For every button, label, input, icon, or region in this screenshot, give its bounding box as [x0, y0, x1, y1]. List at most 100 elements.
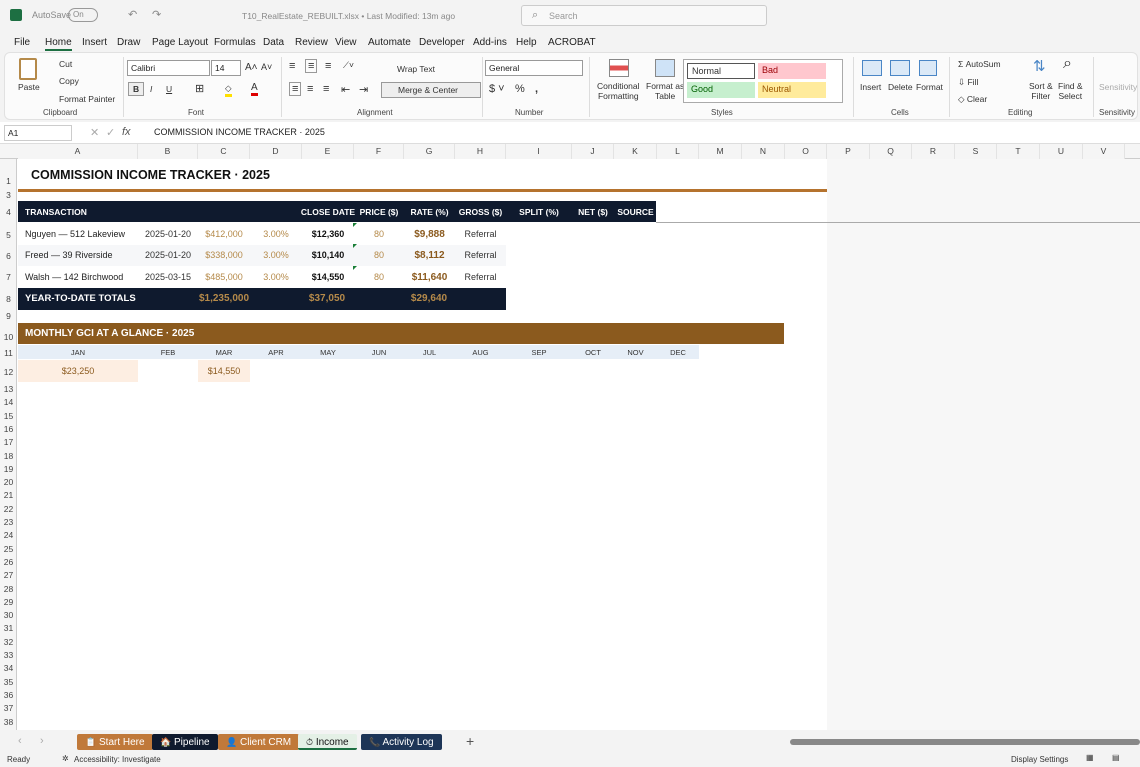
page-layout-icon[interactable]: ▤	[1112, 753, 1120, 762]
sheet-tab-activity-log[interactable]: 📞 Activity Log	[361, 734, 442, 750]
increase-font-icon[interactable]: A˄	[245, 62, 258, 73]
column-header[interactable]: D	[250, 144, 302, 159]
merge-center-button[interactable]: Merge & Center	[381, 82, 481, 98]
menu-developer[interactable]: Developer	[419, 37, 465, 48]
clear-button[interactable]: ◇ Clear	[958, 94, 987, 105]
fill-color-icon[interactable]: ◇	[225, 83, 232, 97]
horizontal-scrollbar[interactable]	[790, 739, 1140, 745]
delete-button[interactable]: Delete	[888, 82, 913, 92]
align-middle-icon[interactable]: ≡	[305, 59, 318, 73]
style-normal[interactable]: Normal	[687, 63, 755, 79]
copy-button[interactable]: Copy	[59, 76, 79, 86]
column-header[interactable]: J	[572, 144, 614, 159]
row-header[interactable]: 24	[0, 530, 17, 540]
underline-button[interactable]: U	[166, 84, 172, 94]
autosave-toggle[interactable]: On	[68, 8, 98, 22]
align-bottom-icon[interactable]: ≡	[325, 60, 331, 72]
row-header[interactable]: 5	[0, 230, 17, 240]
menu-home[interactable]: Home	[45, 37, 72, 51]
file-name[interactable]: T10_RealEstate_REBUILT.xlsx • Last Modif…	[242, 11, 455, 21]
row-header[interactable]: 19	[0, 464, 17, 474]
column-header[interactable]: P	[827, 144, 870, 159]
menu-formulas[interactable]: Formulas	[214, 37, 256, 48]
menu-data[interactable]: Data	[263, 37, 284, 48]
column-header[interactable]: I	[506, 144, 572, 159]
italic-button[interactable]: I	[150, 84, 152, 94]
fill-button[interactable]: ⇩ Fill	[958, 77, 978, 88]
align-center-icon[interactable]: ≡	[307, 83, 313, 95]
font-name-select[interactable]: Calibri	[127, 60, 210, 76]
paste-button[interactable]: Paste	[18, 82, 40, 92]
column-header[interactable]: S	[955, 144, 997, 159]
insert-button[interactable]: Insert	[860, 82, 881, 92]
wrap-text-button[interactable]: Wrap Text	[397, 64, 435, 74]
row-header[interactable]: 10	[0, 332, 17, 342]
search-input[interactable]: ⌕ Search	[521, 5, 767, 26]
row-header[interactable]: 9	[0, 311, 17, 321]
row-header[interactable]: 32	[0, 637, 17, 647]
row-header[interactable]: 4	[0, 207, 17, 217]
menu-acrobat[interactable]: ACROBAT	[548, 37, 596, 48]
enter-icon[interactable]: ✓	[106, 126, 115, 139]
column-header[interactable]: C	[198, 144, 250, 159]
decrease-indent-icon[interactable]: ⇤	[341, 83, 350, 96]
column-header[interactable]: A	[18, 144, 138, 159]
autosum-button[interactable]: Σ AutoSum	[958, 59, 1001, 69]
display-settings-button[interactable]: Display Settings	[1011, 755, 1068, 764]
sheet-tab-income[interactable]: ⏱ Income	[298, 734, 357, 750]
column-header[interactable]: B	[138, 144, 198, 159]
row-header[interactable]: 27	[0, 570, 17, 580]
row-header[interactable]: 6	[0, 251, 17, 261]
menu-view[interactable]: View	[335, 37, 357, 48]
row-header[interactable]: 22	[0, 504, 17, 514]
undo-icon[interactable]: ↶	[128, 8, 137, 21]
column-header[interactable]: T	[997, 144, 1040, 159]
row-header[interactable]: 29	[0, 597, 17, 607]
next-sheet-icon[interactable]: ›	[40, 735, 44, 747]
column-header[interactable]: F	[354, 144, 404, 159]
row-header[interactable]: 33	[0, 650, 17, 660]
menu-page-layout[interactable]: Page Layout	[152, 37, 208, 48]
row-header[interactable]: 11	[0, 348, 17, 358]
menu-file[interactable]: File	[14, 37, 30, 48]
conditional-formatting-button[interactable]: Conditional Formatting	[597, 81, 640, 101]
row-header[interactable]: 8	[0, 294, 17, 304]
orientation-icon[interactable]: ⟋˅	[343, 60, 354, 71]
column-header[interactable]: E	[302, 144, 354, 159]
row-header[interactable]: 18	[0, 451, 17, 461]
sensitivity-button[interactable]: Sensitivity	[1099, 82, 1137, 92]
sheet-tab-pipeline[interactable]: 🏠 Pipeline	[152, 734, 218, 750]
row-header[interactable]: 31	[0, 623, 17, 633]
menu-review[interactable]: Review	[295, 37, 328, 48]
align-left-icon[interactable]: ≡	[289, 82, 302, 96]
column-header[interactable]: V	[1083, 144, 1125, 159]
format-painter-button[interactable]: Format Painter	[59, 94, 115, 104]
sheet-tab-client-crm[interactable]: 👤 Client CRM	[218, 734, 300, 750]
column-header[interactable]: O	[785, 144, 827, 159]
column-header[interactable]: H	[455, 144, 506, 159]
column-header[interactable]: R	[912, 144, 955, 159]
format-as-table-button[interactable]: Format as Table	[646, 81, 684, 101]
row-header[interactable]: 15	[0, 411, 17, 421]
menu-add-ins[interactable]: Add-ins	[473, 37, 507, 48]
row-header[interactable]: 16	[0, 424, 17, 434]
worksheet-grid[interactable]: ABCDEFGHIJKLMNOPQRSTUV 1 3 4 5 6 7 8 9 10 11 12 13 1…	[0, 144, 1140, 730]
menu-automate[interactable]: Automate	[368, 37, 411, 48]
column-header[interactable]: N	[742, 144, 785, 159]
font-size-select[interactable]: 14	[211, 60, 241, 76]
font-color-icon[interactable]: A	[251, 82, 258, 96]
name-box[interactable]: A1	[4, 125, 72, 141]
number-format-select[interactable]: General	[485, 60, 583, 76]
comma-icon[interactable]: ,	[535, 83, 538, 95]
align-right-icon[interactable]: ≡	[323, 83, 329, 95]
find-select-button[interactable]: Find & Select	[1058, 81, 1083, 101]
row-header[interactable]: 35	[0, 677, 17, 687]
normal-view-icon[interactable]: ▦	[1086, 753, 1094, 762]
cut-button[interactable]: Cut	[59, 59, 72, 69]
bold-button[interactable]: B	[128, 82, 145, 96]
menu-insert[interactable]: Insert	[82, 37, 107, 48]
format-button[interactable]: Format	[916, 82, 943, 92]
row-header[interactable]: 3	[0, 190, 17, 200]
style-good[interactable]: Good	[687, 82, 755, 98]
row-header[interactable]: 25	[0, 544, 17, 554]
